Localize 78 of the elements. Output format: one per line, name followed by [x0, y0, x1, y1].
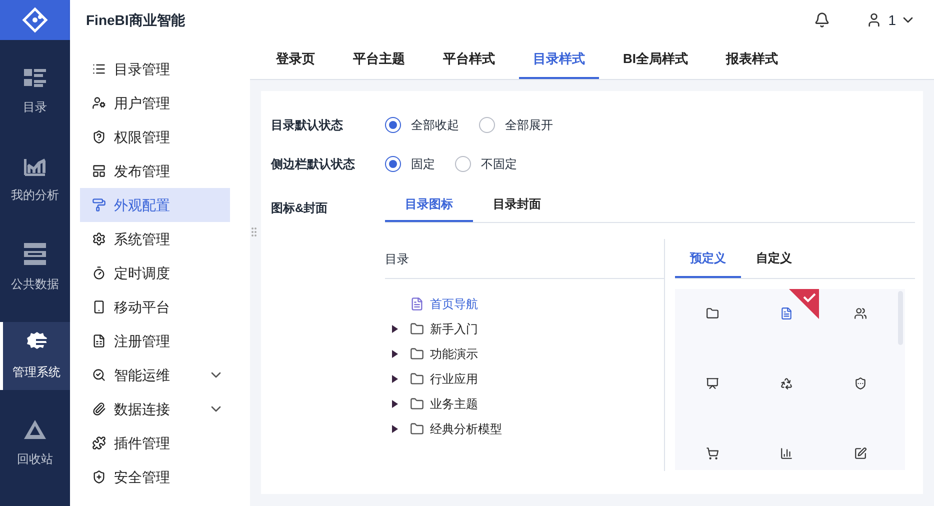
bar-chart-icon [780, 447, 792, 460]
folder-icon [410, 372, 424, 386]
paint-roller-icon [92, 198, 106, 212]
puzzle-icon [92, 436, 106, 450]
folder-icon [410, 322, 424, 336]
paperclip-icon [92, 402, 106, 416]
folder-icon [410, 422, 424, 436]
tab[interactable]: 登录页 [262, 40, 329, 79]
cycle-icon [780, 377, 792, 390]
tab[interactable]: 平台主题 [339, 40, 419, 79]
subtab[interactable]: 目录图标 [385, 187, 473, 222]
document-icon [410, 296, 424, 310]
menu-item[interactable]: 目录管理 [80, 52, 230, 86]
cart-icon [706, 447, 718, 460]
tree-item[interactable]: 业务主题 [385, 391, 478, 416]
shield-plus-icon [92, 470, 106, 484]
rail-item[interactable]: 公共数据 [0, 234, 70, 302]
menu-item[interactable]: 插件管理 [80, 426, 230, 460]
radio-option[interactable]: 全部展开 [479, 116, 553, 134]
radio-option[interactable]: 全部收起 [385, 116, 459, 134]
menu-item[interactable]: 安全管理 [80, 460, 230, 494]
subtab[interactable]: 自定义 [741, 239, 807, 278]
menu-item[interactable]: 外观配置 [80, 188, 230, 222]
menu-item[interactable]: 移动平台 [80, 290, 230, 324]
setting-label: 目录默认状态 [271, 116, 344, 134]
shield-icon [92, 130, 106, 144]
tree-header: 目录 [385, 250, 409, 268]
users-icon [854, 307, 866, 320]
folder-icon [706, 307, 718, 320]
user-icon[interactable] [866, 12, 882, 28]
tree-item[interactable]: 首页导航 [385, 291, 478, 316]
rail-item[interactable]: 管理系统 [0, 322, 70, 390]
settings-icon [92, 232, 106, 246]
app-title: FineBI商业智能 [86, 10, 185, 30]
menu-item[interactable]: 用户管理 [80, 86, 230, 120]
rail-item[interactable]: 回收站 [0, 410, 70, 478]
form-icon [92, 334, 106, 348]
user-icon [92, 96, 106, 110]
tab[interactable]: 平台样式 [429, 40, 509, 79]
tree-item[interactable]: 行业应用 [385, 366, 478, 391]
folder-icon [410, 346, 424, 360]
menu-item[interactable]: 智能运维 [80, 358, 230, 392]
list-icon [92, 62, 106, 76]
phone-icon [92, 300, 106, 314]
menu-item[interactable]: 数据连接 [80, 392, 230, 426]
setting-label: 侧边栏默认状态 [271, 156, 356, 172]
document-icon [780, 307, 792, 320]
triangle-logo-icon [24, 420, 46, 440]
folder-icon [410, 396, 424, 410]
list-icon [24, 68, 46, 88]
menu-item[interactable]: 发布管理 [80, 154, 230, 188]
search-icon [92, 368, 106, 382]
menu-item[interactable]: 权限管理 [80, 120, 230, 154]
menu-item[interactable]: 定时调度 [80, 256, 230, 290]
rail-item[interactable]: 目录 [0, 58, 70, 126]
bell-icon[interactable] [814, 12, 830, 28]
menu-item[interactable]: 系统管理 [80, 222, 230, 256]
tab[interactable]: BI全局样式 [609, 40, 702, 79]
tab[interactable]: 报表样式 [712, 40, 792, 79]
radio-option[interactable]: 固定 [385, 154, 435, 172]
chart-icon [24, 156, 46, 176]
shield-icon [854, 377, 866, 390]
menu-item[interactable]: 注册管理 [80, 324, 230, 358]
timer-icon [92, 266, 106, 280]
logo-icon [22, 7, 48, 33]
tree-item[interactable]: 功能演示 [385, 341, 478, 366]
subtab[interactable]: 目录封面 [473, 187, 561, 222]
radio-option[interactable]: 不固定 [455, 154, 517, 172]
tab[interactable]: 目录样式 [519, 40, 599, 79]
subtab[interactable]: 预定义 [675, 239, 741, 278]
rail-item[interactable]: 我的分析 [0, 146, 70, 214]
layout-icon [92, 164, 106, 178]
user-name[interactable]: 1 [888, 10, 896, 30]
setting-label: 图标&封面 [271, 200, 329, 217]
edit-icon [854, 447, 866, 460]
tree-item[interactable]: 新手入门 [385, 316, 478, 341]
tree-item[interactable]: 经典分析模型 [385, 416, 502, 441]
server-icon [24, 243, 46, 265]
